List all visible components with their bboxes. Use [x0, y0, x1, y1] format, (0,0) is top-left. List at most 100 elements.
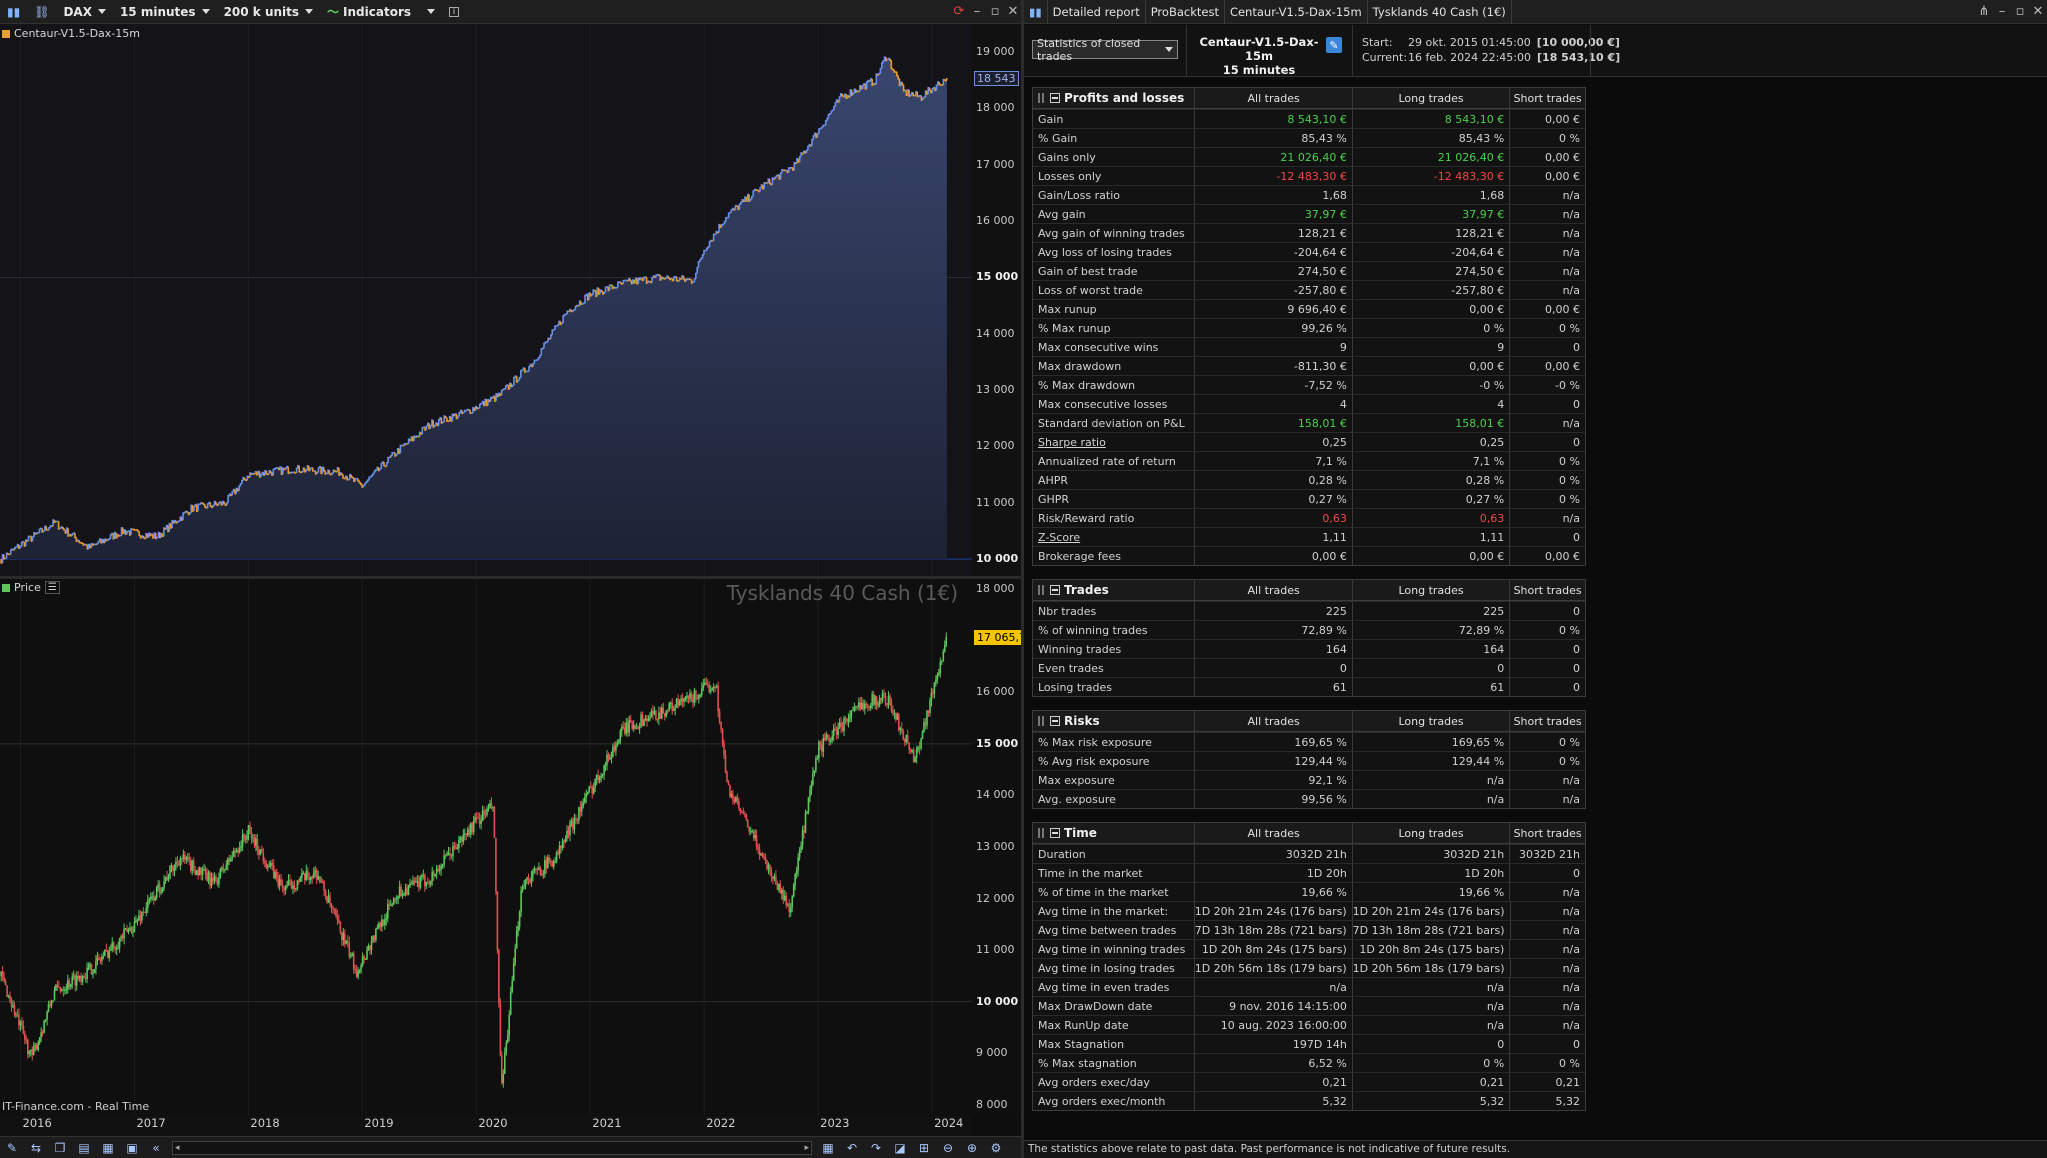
candle-body	[941, 661, 943, 663]
stat-all-value: 6,52 %	[1194, 1054, 1351, 1072]
candle-body	[320, 881, 322, 883]
stat-label: Even trades	[1038, 661, 1104, 675]
candle-body	[155, 886, 158, 898]
instrument-selector[interactable]: DAX	[58, 2, 111, 22]
stat-label[interactable]: Z-Score	[1033, 531, 1194, 544]
section-title-cell: Trades	[1033, 583, 1194, 597]
collapse-icon[interactable]	[1050, 828, 1060, 838]
candle-body	[6, 985, 8, 997]
candle-body	[621, 726, 623, 731]
candle-body	[627, 722, 629, 733]
stat-label: Winning trades	[1038, 642, 1122, 656]
candle-body	[56, 984, 59, 987]
candle-body	[552, 861, 555, 867]
collapse-icon[interactable]	[1050, 585, 1060, 595]
undo-icon[interactable]: ↶	[843, 1139, 861, 1157]
indicators-dropdown[interactable]	[420, 2, 440, 22]
candle-body	[410, 883, 413, 885]
x-tick-label: 2018	[250, 1116, 280, 1130]
scroll-left-icon[interactable]: ◂	[175, 1143, 180, 1153]
collapse-icon[interactable]	[1050, 93, 1060, 103]
settings-icon[interactable]: ⚙	[987, 1139, 1005, 1157]
candle-body	[538, 867, 540, 870]
sync-icon-button[interactable]: ⛓	[29, 2, 54, 22]
grid-icon[interactable]: ▦	[99, 1139, 117, 1157]
stats-row: Duration 3032D 21h 3032D 21h 3032D 21h	[1033, 844, 1585, 863]
tab-detailed-report[interactable]: Detailed report	[1048, 0, 1146, 24]
equity-curve-panel[interactable]: Centaur-V1.5-Dax-15m	[0, 24, 972, 576]
tab-instrument[interactable]: Tysklands 40 Cash (1€)	[1368, 0, 1512, 24]
candle-body	[244, 839, 247, 841]
candle-body	[468, 829, 470, 835]
stat-long-value: 61	[1351, 678, 1509, 696]
close-icon[interactable]: ✕	[2031, 4, 2045, 19]
report-icon[interactable]: ▤	[75, 1139, 93, 1157]
stats-row: Gain of best trade 274,50 €274,50 € n/a	[1033, 261, 1585, 280]
indicators-button[interactable]: 〜 Indicators	[322, 2, 416, 22]
candle-body	[912, 749, 915, 763]
stats-type-select[interactable]: Statistics of closed trades	[1032, 37, 1178, 63]
info-button[interactable]: i	[444, 2, 464, 22]
rewind-icon[interactable]: «	[147, 1139, 165, 1157]
time-x-axis[interactable]: 2016 2017 2018 2019 2020 2021 2022 2023 2024	[0, 1116, 972, 1136]
candle-body	[709, 690, 712, 692]
candle-body	[114, 947, 116, 950]
share-icon[interactable]: ⇆	[27, 1139, 45, 1157]
drag-handle-icon[interactable]	[1038, 828, 1046, 838]
candle-body	[173, 866, 176, 871]
list-icon[interactable]: ☰	[44, 581, 60, 594]
units-selector[interactable]: 200 k units	[219, 2, 318, 22]
window-icon[interactable]: ▣	[123, 1139, 141, 1157]
drag-handle-icon[interactable]	[1038, 716, 1046, 726]
zoom-out-icon[interactable]: ⊖	[939, 1139, 957, 1157]
candle-body	[671, 702, 673, 711]
candle-body	[472, 820, 475, 832]
stat-long-value: 0 %	[1351, 319, 1509, 337]
candle-body	[917, 747, 919, 750]
candle-body	[275, 872, 278, 878]
scroll-right-icon[interactable]: ▸	[804, 1143, 809, 1153]
calendar-icon[interactable]: ▦	[819, 1139, 837, 1157]
zoom-in-icon[interactable]: ⊕	[963, 1139, 981, 1157]
share-icon[interactable]: ⋔	[1977, 4, 1991, 19]
candle-body	[184, 854, 186, 860]
copy-icon[interactable]: ❐	[51, 1139, 69, 1157]
candle-body	[277, 877, 279, 887]
candle-body	[622, 726, 625, 728]
zoom-reset-icon[interactable]: ⊞	[915, 1139, 933, 1157]
stat-long-value: 0,63	[1351, 509, 1509, 527]
stat-all-value: 1D 20h 56m 18s (179 bars)	[1193, 959, 1352, 977]
candle-body	[148, 899, 151, 901]
equity-y-axis[interactable]: 19 000 18 000 17 000 16 000 15 000 14 000 13 0…	[972, 24, 1022, 576]
minimize-icon[interactable]: –	[970, 4, 984, 19]
stat-all-value: 10 aug. 2023 16:00:00	[1194, 1016, 1351, 1034]
tab-strategy[interactable]: Centaur-V1.5-Dax-15m	[1225, 0, 1368, 24]
candle-body	[782, 889, 785, 900]
maximize-icon[interactable]: ▫	[2013, 4, 2027, 19]
stat-all-value: 21 026,40 €	[1194, 148, 1351, 166]
timeframe-selector[interactable]: 15 minutes	[115, 2, 215, 22]
minimize-icon[interactable]: –	[1995, 4, 2009, 19]
collapse-icon[interactable]	[1050, 716, 1060, 726]
pencil-icon[interactable]: ✎	[3, 1139, 21, 1157]
candle-body	[652, 711, 654, 715]
edit-strategy-icon[interactable]: ✎	[1326, 37, 1342, 53]
price-chart-panel[interactable]: Price ☰ Tysklands 40 Cash (1€) IT-Financ…	[0, 579, 972, 1115]
maximize-icon[interactable]: ▫	[988, 4, 1002, 19]
price-y-axis[interactable]: 18 000 16 000 15 000 14 000 13 000 12 000 11 0…	[972, 579, 1029, 1115]
drag-handle-icon[interactable]	[1038, 585, 1046, 595]
stat-label[interactable]: Sharpe ratio	[1033, 436, 1194, 449]
redo-icon[interactable]: ↷	[867, 1139, 885, 1157]
close-icon[interactable]: ✕	[1006, 4, 1020, 19]
time-scrollbar[interactable]: ◂ ▸	[172, 1140, 812, 1155]
chart-type-button[interactable]: ▮▮	[2, 2, 25, 22]
drag-handle-icon[interactable]	[1038, 93, 1046, 103]
report-window-icon-tab[interactable]: ▮▮	[1024, 0, 1048, 24]
equity-line-segment	[186, 511, 189, 513]
stat-label: Annualized rate of return	[1038, 454, 1176, 468]
candle-body	[101, 957, 103, 961]
refresh-icon[interactable]: ⟳	[952, 4, 966, 19]
auto-scale-icon[interactable]: ◪	[891, 1139, 909, 1157]
tab-probacktest[interactable]: ProBacktest	[1146, 0, 1225, 24]
candle-body	[387, 904, 389, 919]
